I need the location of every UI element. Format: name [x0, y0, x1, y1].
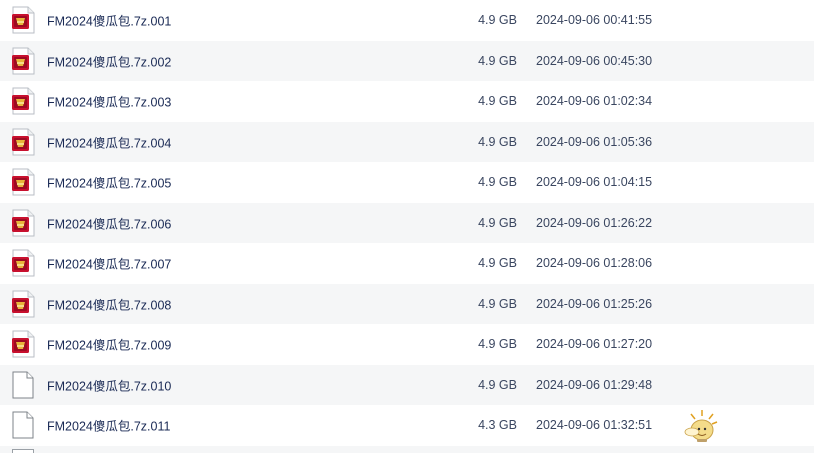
bulb-mascot-icon[interactable]: [682, 408, 722, 444]
file-size: 4.9 GB: [478, 215, 517, 230]
file-modified-date: 2024-09-06 01:27:20: [536, 337, 653, 352]
file-name[interactable]: FM2024傻瓜包.7z.011: [47, 416, 170, 435]
blank-file-icon: [12, 449, 34, 453]
file-size: 4.9 GB: [478, 256, 517, 271]
file-name[interactable]: FM2024傻瓜包.7z.004: [47, 132, 171, 151]
archive-icon: [10, 6, 36, 34]
archive-icon: [10, 290, 36, 318]
file-size: 4.9 GB: [478, 377, 517, 392]
blank-file-icon: [10, 371, 36, 399]
archive-icon: [10, 128, 36, 156]
file-name[interactable]: FM2024傻瓜包.7z.006: [47, 213, 171, 232]
file-size: 4.3 GB: [478, 418, 517, 433]
table-row-partial[interactable]: [0, 446, 814, 453]
archive-icon: [10, 249, 36, 277]
file-name[interactable]: FM2024傻瓜包.7z.007: [47, 254, 171, 273]
file-size: 4.9 GB: [478, 337, 517, 352]
file-name[interactable]: FM2024傻瓜包.7z.001: [47, 11, 171, 30]
blank-file-icon: [10, 411, 36, 439]
table-row[interactable]: FM2024傻瓜包.7z.004 4.9 GB 2024-09-06 01:05:3…: [0, 121, 814, 162]
archive-icon: [10, 47, 36, 75]
file-size: 4.9 GB: [478, 296, 517, 311]
file-name[interactable]: FM2024傻瓜包.7z.010: [47, 375, 171, 394]
file-modified-date: 2024-09-06 01:26:22: [536, 215, 653, 230]
table-row[interactable]: FM2024傻瓜包.7z.005 4.9 GB 2024-09-06 01:04:1…: [0, 162, 814, 203]
file-modified-date: 2024-09-06 01:32:51: [536, 418, 653, 433]
file-size: 4.9 GB: [478, 175, 517, 190]
file-size: 4.9 GB: [478, 94, 517, 109]
file-name[interactable]: FM2024傻瓜包.7z.003: [47, 92, 171, 111]
table-row[interactable]: FM2024傻瓜包.7z.006 4.9 GB 2024-09-06 01:26:2…: [0, 202, 814, 243]
archive-icon: [10, 87, 36, 115]
file-list: FM2024傻瓜包.7z.001 4.9 GB 2024-09-06 00:41:5…: [0, 0, 814, 453]
file-modified-date: 2024-09-06 01:29:48: [536, 377, 653, 392]
file-size: 4.9 GB: [478, 53, 517, 68]
table-row[interactable]: FM2024傻瓜包.7z.008 4.9 GB 2024-09-06 01:25:2…: [0, 283, 814, 324]
archive-icon: [10, 168, 36, 196]
file-modified-date: 2024-09-06 01:05:36: [536, 134, 653, 149]
table-row[interactable]: FM2024傻瓜包.7z.003 4.9 GB 2024-09-06 01:02:3…: [0, 81, 814, 122]
file-name[interactable]: FM2024傻瓜包.7z.002: [47, 51, 171, 70]
file-name[interactable]: FM2024傻瓜包.7z.009: [47, 335, 171, 354]
table-row[interactable]: FM2024傻瓜包.7z.001 4.9 GB 2024-09-06 00:41:5…: [0, 0, 814, 41]
file-modified-date: 2024-09-06 00:41:55: [536, 13, 653, 28]
file-size: 4.9 GB: [478, 134, 517, 149]
table-row[interactable]: FM2024傻瓜包.7z.007 4.9 GB 2024-09-06 01:28:0…: [0, 243, 814, 284]
file-name[interactable]: FM2024傻瓜包.7z.005: [47, 173, 171, 192]
file-modified-date: 2024-09-06 01:04:15: [536, 175, 653, 190]
archive-icon: [10, 330, 36, 358]
file-modified-date: 2024-09-06 01:02:34: [536, 94, 653, 109]
table-row[interactable]: FM2024傻瓜包.7z.010 4.9 GB 2024-09-06 01:29:4…: [0, 364, 814, 405]
table-row[interactable]: FM2024傻瓜包.7z.002 4.9 GB 2024-09-06 00:45:3…: [0, 40, 814, 81]
file-modified-date: 2024-09-06 00:45:30: [536, 53, 653, 68]
file-name[interactable]: FM2024傻瓜包.7z.008: [47, 294, 171, 313]
table-row[interactable]: FM2024傻瓜包.7z.009 4.9 GB 2024-09-06 01:27:2…: [0, 324, 814, 365]
file-size: 4.9 GB: [478, 13, 517, 28]
archive-icon: [10, 209, 36, 237]
file-modified-date: 2024-09-06 01:28:06: [536, 256, 653, 271]
file-modified-date: 2024-09-06 01:25:26: [536, 296, 653, 311]
